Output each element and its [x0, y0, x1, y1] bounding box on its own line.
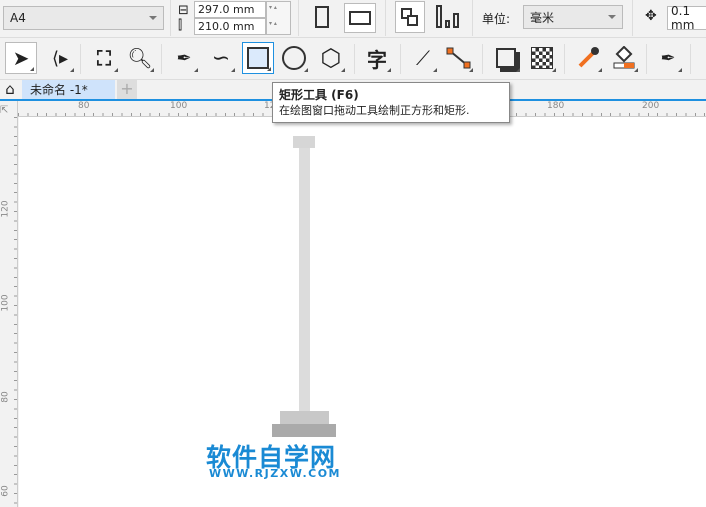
landscape-button[interactable] [344, 3, 376, 33]
chevron-down-icon [608, 15, 616, 19]
interactive-fill-button[interactable] [608, 42, 640, 74]
magnifier-icon: 🔍︎ [127, 46, 153, 70]
rectangle-icon [247, 47, 269, 69]
divider [170, 0, 171, 36]
page-height-input[interactable]: 210.0 mm [194, 18, 266, 35]
toolbox: ➤ ⟨▸ ⛶ 🔍︎ ✒ ∽ ⬡ 字 ⟋ ✒ [0, 38, 706, 80]
connector-icon [446, 47, 471, 69]
dimension-tool-button[interactable]: ⟋ [407, 42, 439, 74]
pick-tool-button[interactable]: ➤ [5, 42, 37, 74]
all-pages-button[interactable] [395, 1, 425, 33]
ruler-label: 200 [642, 101, 660, 111]
current-page-icon[interactable] [436, 5, 462, 29]
width-icon: ⊟ [178, 3, 189, 18]
landscape-icon [349, 11, 371, 25]
ruler-label: 60 [0, 485, 11, 497]
zoom-tool-button[interactable]: 🔍︎ [124, 42, 156, 74]
page-size-value: A4 [10, 11, 26, 25]
watermark-url: WWW.RJZXW.COM [209, 467, 341, 480]
ellipse-tool-button[interactable] [278, 42, 310, 74]
pen-nib-icon: ✒ [660, 47, 676, 69]
crop-icon: ⛶ [97, 46, 111, 70]
divider [564, 44, 565, 74]
divider [632, 0, 633, 36]
divider [400, 44, 401, 74]
pillar-base-lower[interactable] [272, 424, 336, 437]
ruler-label: 100 [0, 294, 11, 312]
dimension-line-icon: ⟋ [416, 46, 430, 70]
connector-tool-button[interactable] [443, 42, 475, 74]
nudge-input[interactable]: 0.1 mm [667, 4, 706, 32]
outline-pen-button[interactable]: ✒ [652, 42, 684, 74]
ruler-label: 120 [0, 200, 11, 218]
drawing-canvas[interactable]: 软件自学网 WWW.RJZXW.COM [19, 117, 706, 507]
drop-shadow-button[interactable] [490, 42, 522, 74]
home-icon[interactable]: ⌂ [0, 80, 20, 99]
vertical-ruler[interactable]: ⇱ 120 100 80 60 [0, 101, 18, 507]
curve-icon: ∽ [211, 45, 231, 71]
arrow-pointer-icon: ➤ [12, 46, 30, 70]
ruler-origin-icon[interactable]: ⇱ [0, 105, 8, 116]
tooltip: 矩形工具 (F6) 在绘图窗口拖动工具绘制正方形和矩形. [272, 82, 510, 123]
transparency-button[interactable] [526, 42, 558, 74]
add-tab-button[interactable]: + [117, 80, 137, 99]
text-icon: 字 [367, 47, 387, 72]
tooltip-description: 在绘图窗口拖动工具绘制正方形和矩形. [279, 104, 470, 117]
ruler-label: 80 [0, 391, 11, 403]
size-spinners[interactable]: ▾ ▴ ▾ ▴ [266, 1, 291, 35]
hexagon-icon: ⬡ [320, 44, 342, 72]
pillar-base-upper[interactable] [280, 411, 329, 424]
units-label: 单位: [482, 12, 511, 26]
divider [354, 44, 355, 74]
paint-bucket-icon [613, 46, 635, 69]
divider [385, 0, 386, 36]
property-bar: A4 ⊟ ⫿ 297.0 mm 210.0 mm ▾ ▴ ▾ ▴ 单位: 毫米 ✥… [0, 0, 706, 38]
divider [161, 44, 162, 74]
units-value: 毫米 [530, 10, 555, 25]
artistic-media-button[interactable]: ∽ [205, 42, 237, 74]
divider [298, 0, 299, 36]
divider [690, 44, 691, 74]
ruler-label: 80 [78, 101, 90, 111]
portrait-icon[interactable] [315, 6, 329, 28]
chevron-down-icon [149, 16, 157, 20]
pen-nib-icon: ✒ [176, 47, 192, 69]
nudge-icon: ✥ [645, 8, 657, 24]
eyedropper-icon [578, 47, 599, 68]
ruler-label: 100 [170, 101, 188, 111]
divider [472, 0, 473, 36]
shape-node-icon: ⟨▸ [51, 47, 69, 69]
pillar-shaft[interactable] [299, 148, 310, 412]
rectangle-tool-button[interactable] [242, 42, 274, 74]
page-size-dropdown[interactable]: A4 [3, 6, 164, 30]
divider [646, 44, 647, 74]
units-dropdown[interactable]: 毫米 [523, 5, 623, 29]
pillar-cap[interactable] [293, 136, 315, 148]
drop-shadow-icon [496, 48, 516, 68]
polygon-tool-button[interactable]: ⬡ [315, 42, 347, 74]
ruler-label: 180 [547, 101, 565, 111]
ellipse-icon [282, 46, 306, 70]
tab-document[interactable]: 未命名 -1* [22, 80, 115, 99]
checker-icon [531, 47, 553, 69]
shape-tool-button[interactable]: ⟨▸ [44, 42, 76, 74]
freehand-tool-button[interactable]: ✒ [168, 42, 200, 74]
divider [80, 44, 81, 74]
crop-tool-button[interactable]: ⛶ [88, 42, 120, 74]
eyedropper-button[interactable] [572, 42, 604, 74]
height-icon: ⫿ [178, 18, 183, 33]
divider [482, 44, 483, 74]
tooltip-title: 矩形工具 (F6) [279, 88, 359, 102]
page-width-input[interactable]: 297.0 mm [194, 1, 266, 18]
text-tool-button[interactable]: 字 [361, 42, 393, 74]
